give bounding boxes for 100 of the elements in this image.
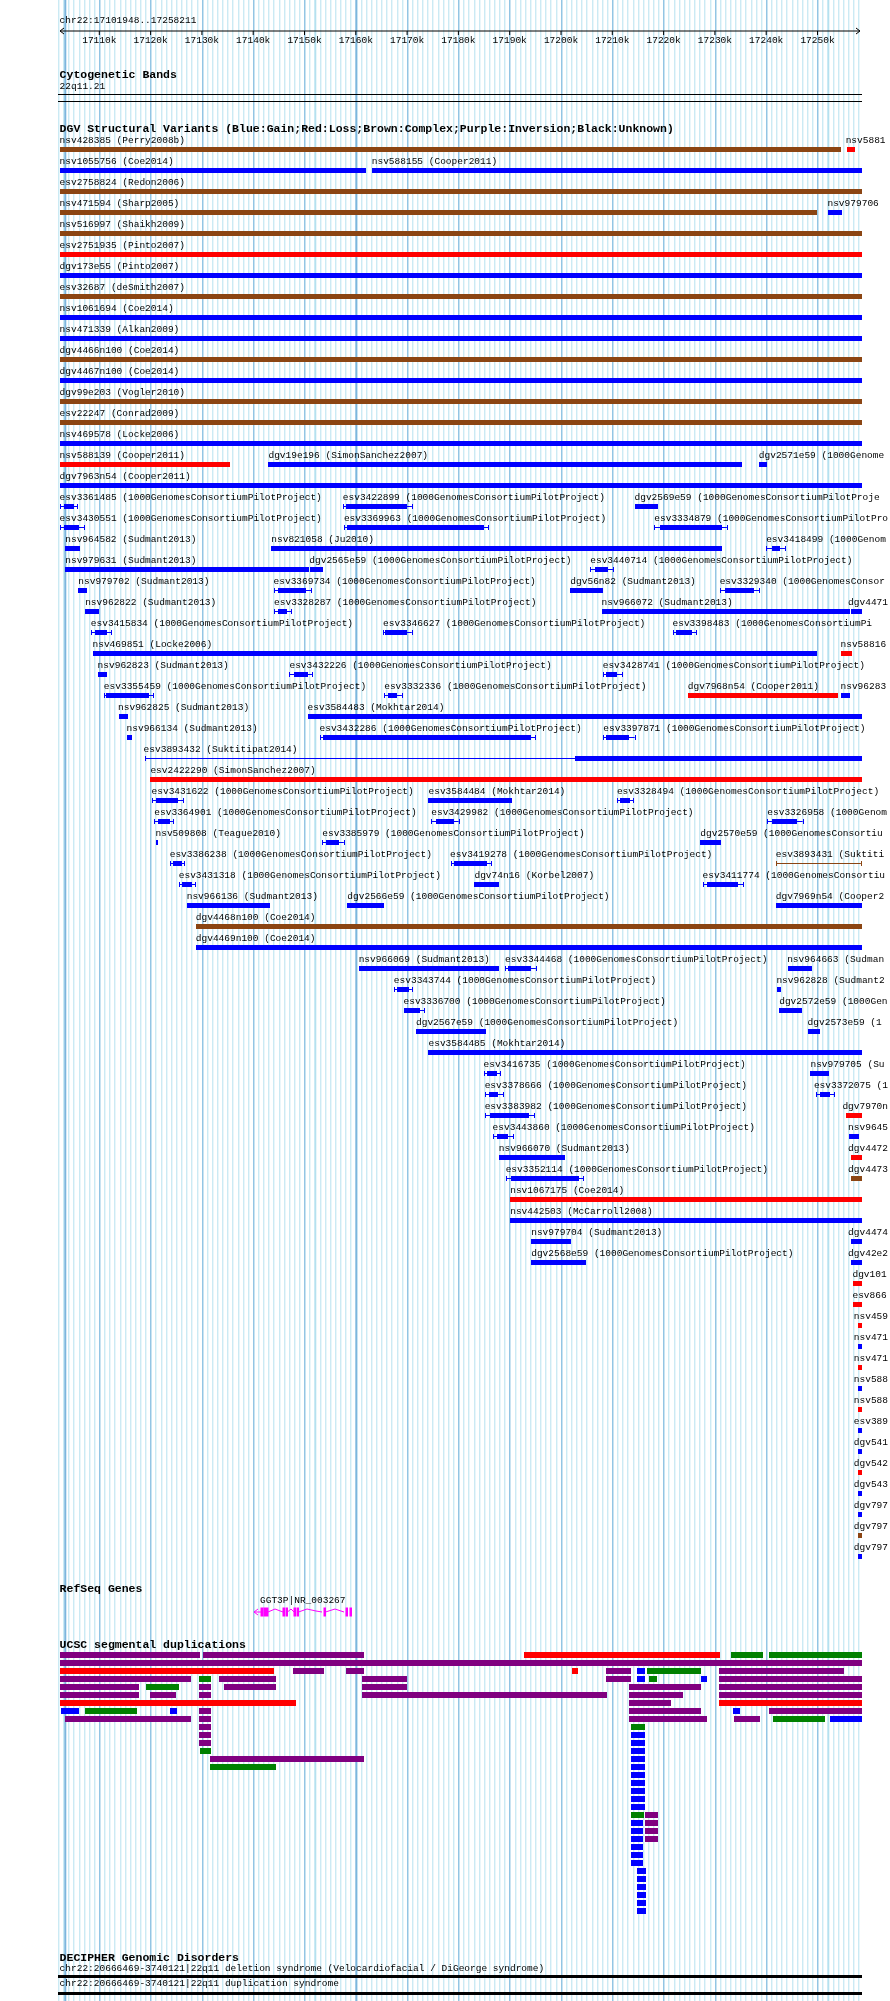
variant-label: dgv42e2 bbox=[848, 1248, 888, 1260]
variant-label: nsv966070 (Sudmant2013) bbox=[498, 1143, 630, 1155]
variant-label: esv3432226 (1000GenomesConsortiumPilotProject) bbox=[289, 660, 552, 672]
variant-label: dgv2572e59 (1000Gen bbox=[779, 996, 888, 1008]
variant-label: nsv964582 (Sudmant2013) bbox=[65, 534, 197, 546]
variant-label: dgv7970n bbox=[842, 1101, 888, 1113]
variant-label: esv3369734 (1000GenomesConsortiumPilotProject) bbox=[273, 576, 536, 588]
variant-label: esv3411774 (1000GenomesConsortiu bbox=[702, 870, 886, 882]
variant-label: nsv966072 (Sudmant2013) bbox=[601, 597, 733, 609]
track-title: DECIPHER Genomic Disorders bbox=[59, 1951, 240, 1964]
variant-label: esv3378666 (1000GenomesConsortiumPilotProject) bbox=[484, 1080, 747, 1092]
variant-label: esv3893432 (Suktitipat2014) bbox=[143, 744, 298, 756]
variant-label: dgv2567e59 (1000GenomesConsortiumPilotProject) bbox=[416, 1017, 679, 1029]
ruler-tick-label: 17180k bbox=[441, 35, 476, 47]
variant-label: esv3419278 (1000GenomesConsortiumPilotProject) bbox=[450, 849, 713, 861]
variant-label: nsv962828 (Sudmant2 bbox=[776, 975, 885, 987]
variant-label: nsv588 bbox=[853, 1374, 888, 1386]
variant-label: dgv7968n54 (Cooper2011) bbox=[687, 681, 819, 693]
variant-label: esv2751935 (Pinto2007) bbox=[59, 240, 185, 252]
ruler-tick-label: 17170k bbox=[390, 35, 425, 47]
variant-label: esv2422290 (SimonSanchez2007) bbox=[150, 765, 316, 777]
variant-label: esv3334879 (1000GenomesConsortiumPilotPro bbox=[654, 513, 889, 525]
variant-label: esv3893431 (Suktiti bbox=[775, 849, 885, 861]
variant-label: esv3422899 (1000GenomesConsortiumPilotProject) bbox=[342, 492, 606, 504]
variant-label: dgv74n16 (Korbel2007) bbox=[474, 870, 595, 882]
variant-label: nsv1067175 (Coe2014) bbox=[510, 1185, 625, 1197]
variant-label: nsv821058 (Ju2010) bbox=[271, 534, 374, 546]
variant-label: dgv4473 bbox=[848, 1164, 888, 1176]
variant-label: nsv979705 (Su bbox=[810, 1059, 885, 1071]
variant-label: esv3386238 (1000GenomesConsortiumPilotProject) bbox=[169, 849, 432, 861]
variant-label: nsv442503 (McCarroll2008) bbox=[510, 1206, 653, 1218]
variant-label: dgv542 bbox=[853, 1458, 888, 1470]
ruler-tick-label: 17220k bbox=[646, 35, 681, 47]
disorder-label: chr22:20666469-3740121|22q11 deletion syndrome (Velocardiofacial / DiGeorge syndrome) bbox=[59, 1963, 545, 1974]
variant-label: dgv4472 bbox=[848, 1143, 888, 1155]
variant-label: nsv588139 (Cooper2011) bbox=[59, 450, 185, 462]
variant-label: esv3440714 (1000GenomesConsortiumPilotProject) bbox=[590, 555, 853, 567]
variant-label: nsv966069 (Sudmant2013) bbox=[358, 954, 490, 966]
variant-label: esv3432286 (1000GenomesConsortiumPilotProject) bbox=[319, 723, 582, 735]
variant-label: nsv588 bbox=[853, 1395, 888, 1407]
variant-label: esv3431318 (1000GenomesConsortiumPilotProject) bbox=[178, 870, 441, 882]
variant-label: nsv469578 (Locke2006) bbox=[59, 429, 180, 441]
variant-label: esv3428741 (1000GenomesConsortiumPilotProject) bbox=[602, 660, 865, 672]
variant-label: dgv797 bbox=[853, 1500, 888, 1512]
variant-label: esv3415834 (1000GenomesConsortiumPilotProject) bbox=[90, 618, 354, 630]
ruler-tick-label: 17250k bbox=[800, 35, 835, 47]
variant-label: esv3584483 (Mokhtar2014) bbox=[307, 702, 445, 714]
variant-label: esv3369963 (1000GenomesConsortiumPilotProject) bbox=[343, 513, 607, 525]
variant-label: nsv469851 (Locke2006) bbox=[92, 639, 213, 651]
variant-label: esv3429982 (1000GenomesConsortiumPilotProject) bbox=[431, 807, 694, 819]
variant-label: dgv797 bbox=[853, 1521, 888, 1533]
variant-label: nsv471 bbox=[853, 1332, 888, 1344]
variant-label: dgv2569e59 (1000GenomesConsortiumPilotProje bbox=[634, 492, 880, 504]
variant-label: nsv9645 bbox=[848, 1122, 888, 1134]
variant-label: nsv1061694 (Coe2014) bbox=[59, 303, 174, 315]
variant-label: dgv99e203 (Vogler2010) bbox=[59, 387, 185, 399]
variant-label: nsv509808 (Teague2010) bbox=[155, 828, 281, 840]
variant-label: dgv2573e59 (1 bbox=[807, 1017, 882, 1029]
variant-label: nsv471594 (Sharp2005) bbox=[59, 198, 180, 210]
ruler-tick-label: 17160k bbox=[338, 35, 373, 47]
variant-label: esv3326958 (1000Genom bbox=[767, 807, 888, 819]
variant-label: nsv962825 (Sudmant2013) bbox=[118, 702, 250, 714]
variant-label: dgv4474 bbox=[848, 1227, 888, 1239]
gene-label: GGT3P|NR_003267 bbox=[260, 1595, 346, 1606]
variant-label: nsv58816 bbox=[840, 639, 887, 651]
track-title: DGV Structural Variants (Blue:Gain;Red:Loss;Brown:Complex;Purple:Inversion;Black:Unknown) bbox=[59, 122, 674, 135]
variant-label: esv3418499 (1000Genom bbox=[766, 534, 886, 546]
variant-label: dgv2568e59 (1000GenomesConsortiumPilotProject) bbox=[531, 1248, 794, 1260]
variant-label: esv389 bbox=[853, 1416, 888, 1428]
ruler-tick-label: 17230k bbox=[697, 35, 732, 47]
variant-label: nsv5881 bbox=[845, 135, 886, 147]
track-title: RefSeq Genes bbox=[59, 1582, 143, 1595]
variant-label: nsv979704 (Sudmant2013) bbox=[531, 1227, 663, 1239]
band-label: 22q11.21 bbox=[59, 81, 106, 92]
variant-label: dgv2570e59 (1000GenomesConsortiu bbox=[700, 828, 883, 840]
variant-label: esv3584484 (Mokhtar2014) bbox=[428, 786, 566, 798]
variant-label: dgv4466n100 (Coe2014) bbox=[59, 345, 180, 357]
variant-label: dgv797 bbox=[853, 1542, 888, 1554]
variant-label: esv3352114 (1000GenomesConsortiumPilotProject) bbox=[505, 1164, 768, 1176]
ruler-tick-label: 17140k bbox=[236, 35, 271, 47]
variant-label: nsv966134 (Sudmant2013) bbox=[126, 723, 258, 735]
variant-label: dgv541 bbox=[853, 1437, 888, 1449]
variant-label: esv3416735 (1000GenomesConsortiumPilotProject) bbox=[483, 1059, 746, 1071]
variant-label: nsv962822 (Sudmant2013) bbox=[85, 597, 217, 609]
variant-label: dgv19e196 (SimonSanchez2007) bbox=[268, 450, 429, 462]
variant-label: esv3346627 (1000GenomesConsortiumPilotProject) bbox=[383, 618, 646, 630]
variant-label: esv3398483 (1000GenomesConsortiumPi bbox=[672, 618, 873, 630]
variant-label: dgv2571e59 (1000Genome bbox=[758, 450, 885, 462]
variant-label: nsv1055756 (Coe2014) bbox=[59, 156, 174, 168]
variant-label: dgv4471 bbox=[848, 597, 888, 609]
variant-label: dgv7963n54 (Cooper2011) bbox=[59, 471, 191, 483]
location-text: chr22:17101948..17258211 bbox=[59, 15, 197, 26]
variant-label: dgv4469n100 (Coe2014) bbox=[195, 933, 316, 945]
ruler-tick-label: 17210k bbox=[595, 35, 630, 47]
variant-label: esv3372075 (1 bbox=[813, 1080, 888, 1092]
variant-label: esv3397871 (1000GenomesConsortiumPilotProject) bbox=[603, 723, 866, 735]
variant-label: nsv979706 bbox=[827, 198, 879, 210]
variant-label: esv3355459 (1000GenomesConsortiumPilotProject) bbox=[103, 681, 367, 693]
track-title: UCSC segmental duplications bbox=[59, 1638, 246, 1651]
variant-label: nsv966136 (Sudmant2013) bbox=[186, 891, 318, 903]
